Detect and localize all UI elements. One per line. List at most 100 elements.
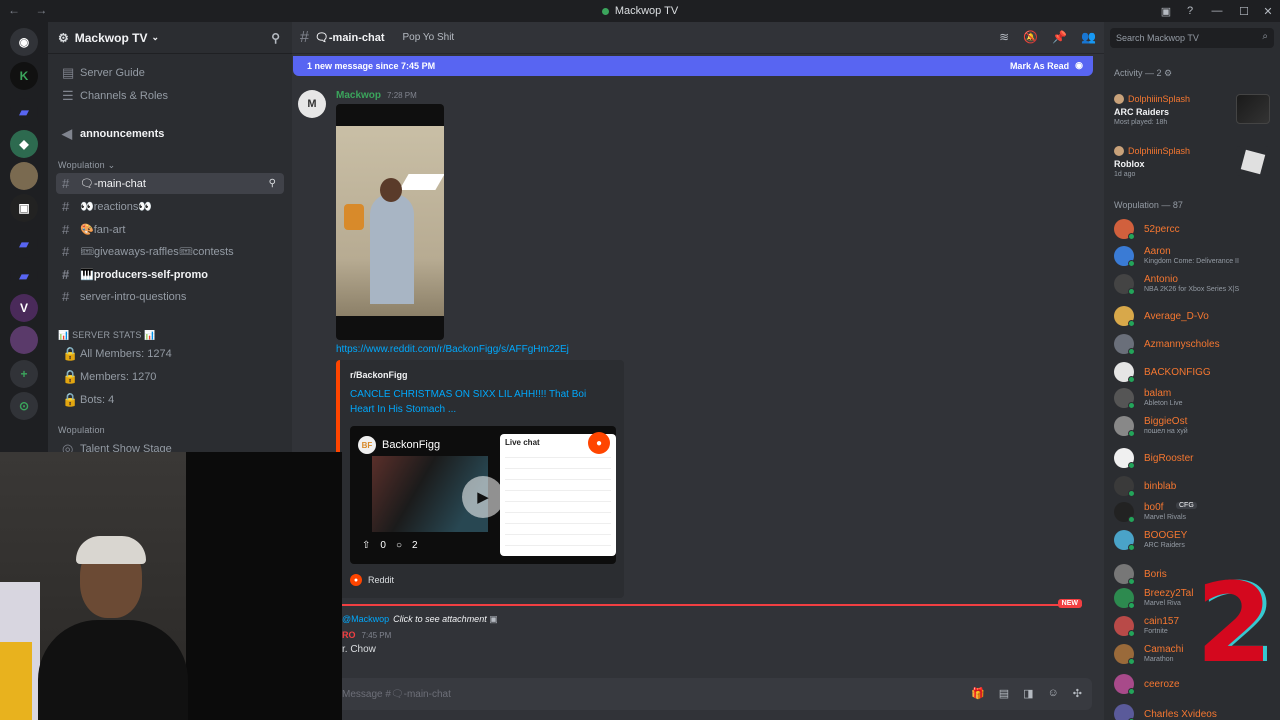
folder-icon-2[interactable]: ▰ <box>10 230 38 258</box>
upvote-icon: ⇧ <box>362 540 371 551</box>
member-row[interactable]: BigRooster <box>1114 446 1278 470</box>
channel-reactions[interactable]: # 👀reactions👀 <box>56 196 284 217</box>
reply-mention[interactable]: @Mackwop <box>342 614 389 624</box>
message-link[interactable]: https://www.reddit.com/r/BackonFigg/s/AF… <box>336 344 569 355</box>
overlay-number: 2 <box>1196 559 1273 687</box>
category-wopulation-2[interactable]: Wopulation <box>58 425 105 435</box>
member-row[interactable]: BiggieOst пошел на хуй <box>1114 414 1278 438</box>
channel-label: server-intro-questions <box>80 290 187 303</box>
discover-icon[interactable]: ⊙ <box>10 392 38 420</box>
server-icon-art[interactable] <box>10 326 38 354</box>
channel-talent-show-stage[interactable]: ◎ Talent Show Stage <box>56 438 284 453</box>
invite-icon[interactable]: ⚲ <box>269 178 276 189</box>
server-icon-mackwop[interactable] <box>10 162 38 190</box>
stat-members[interactable]: 🔒 Members: 1270 <box>56 366 284 387</box>
member-row[interactable]: balam Ableton Live <box>1114 386 1278 410</box>
streamer-cap <box>76 536 146 564</box>
message-author[interactable]: RO <box>342 630 356 640</box>
mark-as-read-button[interactable]: Mark As Read ◉ <box>1010 60 1083 71</box>
member-list-icon[interactable]: 👥 <box>1081 30 1096 44</box>
streamer-shirt <box>38 620 188 720</box>
activity-card[interactable]: DolphiiinSplash Roblox 1d ago <box>1114 146 1274 178</box>
channel-fan-art[interactable]: # 🎨fan-art <box>56 219 284 240</box>
post-stats: ⇧ 0 ○ 2 <box>362 540 418 551</box>
member-row[interactable]: bo0f CFG Marvel Rivals <box>1114 500 1278 524</box>
server-icon-n64[interactable]: ◆ <box>10 130 38 158</box>
category-wopulation[interactable]: Wopulation ⌄ <box>58 160 115 171</box>
direct-messages-icon[interactable]: ◉ <box>10 28 38 56</box>
stat-bots[interactable]: 🔒 Bots: 4 <box>56 389 284 410</box>
channel-topic[interactable]: Pop Yo Shit <box>403 32 455 43</box>
minimize-button[interactable]: — <box>1202 5 1232 17</box>
channels-roles-item[interactable]: ☰ Channels & Roles <box>56 85 284 106</box>
gift-icon[interactable]: 🎁 <box>971 687 985 700</box>
embed-thumbnail[interactable]: BF BackonFigg ▶ Live chat ● ⇧ 0 ○ 2 <box>350 426 616 564</box>
activity-header: Activity — 2 ⚙ <box>1114 68 1173 78</box>
server-icon-v[interactable]: V <box>10 294 38 322</box>
emoji-icon[interactable]: ☺ <box>1048 687 1059 700</box>
category-label: Wopulation <box>58 425 105 435</box>
play-icon[interactable]: ▶ <box>462 476 504 518</box>
category-server-stats[interactable]: 📊 SERVER STATS 📊 <box>58 330 156 341</box>
message-author[interactable]: Mackwop <box>336 90 381 101</box>
notification-bell-icon[interactable]: 🔕 <box>1023 30 1038 44</box>
member-name: Azmannyscholes <box>1144 339 1220 350</box>
member-activity: NBA 2K26 for Xbox Series X|S <box>1144 286 1240 293</box>
member-row[interactable]: Charles Xvideos <box>1114 702 1278 720</box>
member-row[interactable]: Azmannyscholes <box>1114 332 1278 356</box>
category-label: 📊 SERVER STATS 📊 <box>58 330 156 340</box>
inbox-icon[interactable]: ▣ <box>1154 5 1178 18</box>
embed-title[interactable]: CANCLE CHRISTMAS ON SIXX LIL AHH!!!! Tha… <box>350 387 610 417</box>
member-row[interactable]: BOOGEY ARC Raiders <box>1114 528 1278 552</box>
channel-label: 🎹producers-self-promo <box>80 269 208 281</box>
server-icon-k[interactable]: K <box>10 62 38 90</box>
folder-icon[interactable]: ▰ <box>10 98 38 126</box>
channel-giveaways[interactable]: # 🎟giveaways-raffles🎟contests <box>56 241 284 262</box>
close-button[interactable]: ✕ <box>1256 5 1280 18</box>
channel-announcements[interactable]: ◀ announcements <box>56 123 284 144</box>
new-messages-bar[interactable]: 1 new message since 7:45 PM Mark As Read… <box>293 56 1093 76</box>
channel-producers[interactable]: # 🎹producers-self-promo <box>56 264 284 285</box>
stat-label: Bots: 4 <box>80 393 115 406</box>
video-attachment[interactable] <box>336 104 444 340</box>
search-icon[interactable]: ⌕ <box>1262 31 1268 42</box>
member-row[interactable]: Aaron Kingdom Come: Deliverance II <box>1114 244 1278 268</box>
member-row[interactable]: Antonio NBA 2K26 for Xbox Series X|S <box>1114 272 1278 296</box>
hash-icon: # <box>62 244 70 259</box>
member-activity: Fortnite <box>1144 628 1168 635</box>
channel-server-intro[interactable]: # server-intro-questions <box>56 286 284 307</box>
apps-icon[interactable]: ✣ <box>1073 687 1082 700</box>
maximize-button[interactable]: ☐ <box>1232 5 1256 18</box>
server-icon-cube[interactable]: ▣ <box>10 194 38 222</box>
activity-card[interactable]: DolphiiinSplash ARC Raiders Most played:… <box>1114 94 1274 126</box>
sticker-icon[interactable]: ◨ <box>1023 687 1033 700</box>
stat-all-members[interactable]: 🔒 All Members: 1274 <box>56 343 284 364</box>
member-row[interactable]: binblab <box>1114 474 1278 498</box>
gif-icon[interactable]: ▤ <box>999 687 1009 700</box>
embed-provider[interactable]: r/BackonFigg <box>350 370 408 380</box>
folder-icon-3[interactable]: ▰ <box>10 262 38 290</box>
member-row[interactable]: Average_D-Vo <box>1114 304 1278 328</box>
history-nav-icons[interactable]: ← → <box>8 3 53 17</box>
search-input[interactable] <box>1116 33 1246 43</box>
image-icon: ▣ <box>489 614 498 624</box>
reply-reference[interactable]: @Mackwop Click to see attachment ▣ <box>342 614 498 625</box>
status-indicator <box>1128 430 1135 437</box>
add-server-icon[interactable]: + <box>10 360 38 388</box>
message-input[interactable] <box>342 688 902 700</box>
member-row[interactable]: 52percc <box>1114 217 1278 241</box>
channel-label: 🎟giveaways-raffles🎟contests <box>80 246 234 258</box>
server-header[interactable]: ⚙ Mackwop TV ⌄ ⚲ <box>48 22 292 54</box>
help-icon[interactable]: ? <box>1178 5 1202 17</box>
channel-main-chat[interactable]: # 🗨-main-chat ⚲ <box>56 173 284 194</box>
pin-icon[interactable]: 📌 <box>1052 30 1067 44</box>
member-row[interactable]: BACKONFIGG <box>1114 360 1278 384</box>
message-timestamp: 7:45 PM <box>361 631 392 640</box>
game-art <box>1236 146 1270 176</box>
add-member-icon[interactable]: ⚲ <box>271 31 280 45</box>
reddit-logo-icon: ● <box>588 432 610 454</box>
threads-icon[interactable]: ≋ <box>999 30 1009 44</box>
channel-label: 👀reactions👀 <box>80 201 153 213</box>
avatar[interactable]: M <box>298 90 326 118</box>
server-guide-item[interactable]: ▤ Server Guide <box>56 62 284 83</box>
